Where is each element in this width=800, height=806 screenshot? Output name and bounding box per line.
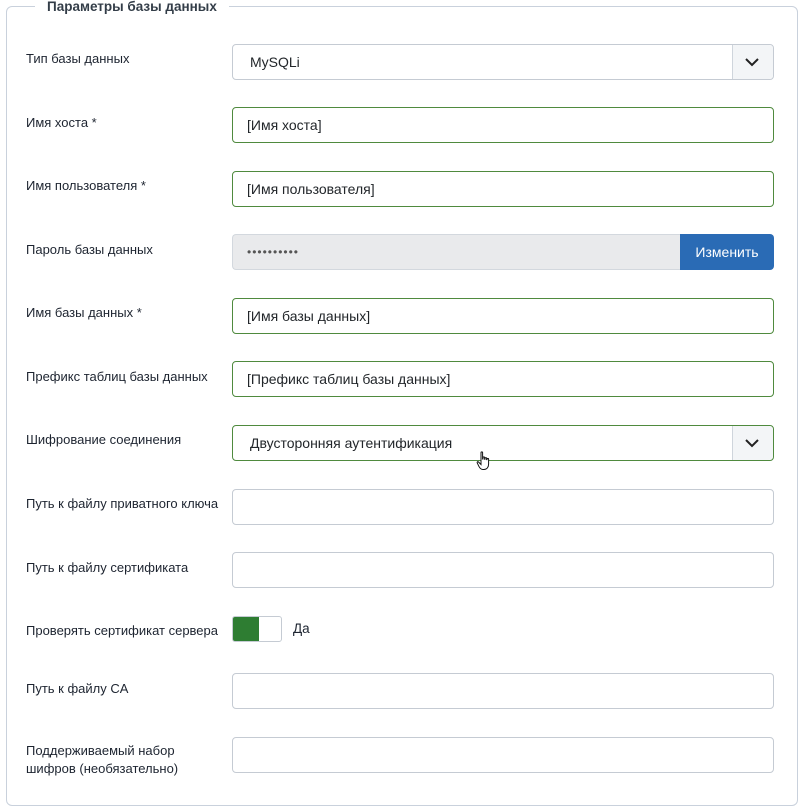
user-label: Имя пользователя * bbox=[26, 178, 146, 193]
password-input: •••••••••• bbox=[232, 234, 680, 270]
key-path-input[interactable] bbox=[232, 489, 774, 525]
verify-cert-label: Проверять сертификат сервера bbox=[26, 623, 218, 638]
encryption-label: Шифрование соединения bbox=[26, 432, 182, 447]
db-name-label: Имя базы данных * bbox=[26, 305, 142, 320]
chevron-down-icon bbox=[745, 58, 759, 67]
password-masked-value: •••••••••• bbox=[247, 245, 300, 259]
cipher-label: Поддерживаемый набор шифров (необязатель… bbox=[26, 742, 178, 778]
db-name-value: [Имя базы данных] bbox=[247, 308, 371, 324]
encryption-value: Двусторонняя аутентификация bbox=[250, 435, 453, 451]
encryption-dropdown-toggle[interactable] bbox=[732, 426, 773, 460]
fieldset-legend: Параметры базы данных bbox=[35, 0, 229, 14]
db-type-select[interactable]: MySQLi bbox=[232, 44, 774, 80]
user-input[interactable]: [Имя пользователя] bbox=[232, 171, 774, 207]
hand-cursor-icon bbox=[476, 451, 490, 470]
toggle-knob bbox=[233, 617, 259, 641]
prefix-input[interactable]: [Префикс таблиц базы данных] bbox=[232, 361, 774, 397]
change-password-button[interactable]: Изменить bbox=[680, 234, 774, 270]
ca-path-label: Путь к файлу CA bbox=[26, 681, 129, 696]
prefix-value: [Префикс таблиц базы данных] bbox=[247, 371, 451, 387]
ca-path-input[interactable] bbox=[232, 673, 774, 709]
host-input[interactable]: [Имя хоста] bbox=[232, 107, 774, 143]
cert-path-label: Путь к файлу сертификата bbox=[26, 560, 189, 575]
verify-cert-toggle[interactable] bbox=[232, 616, 282, 642]
user-value: [Имя пользователя] bbox=[247, 181, 375, 197]
encryption-select[interactable]: Двусторонняя аутентификация bbox=[232, 425, 774, 461]
chevron-down-icon bbox=[745, 439, 759, 448]
password-group: •••••••••• Изменить bbox=[232, 234, 774, 270]
cipher-label-line2: шифров (необязательно) bbox=[26, 761, 179, 776]
host-label: Имя хоста * bbox=[26, 115, 97, 130]
db-name-input[interactable]: [Имя базы данных] bbox=[232, 298, 774, 334]
db-type-label: Тип базы данных bbox=[26, 51, 130, 66]
prefix-label: Префикс таблиц базы данных bbox=[26, 369, 208, 384]
verify-cert-state: Да bbox=[293, 621, 310, 636]
db-type-value: MySQLi bbox=[250, 54, 300, 70]
cipher-input[interactable] bbox=[232, 737, 774, 773]
cipher-label-line1: Поддерживаемый набор bbox=[26, 743, 175, 758]
cert-path-input[interactable] bbox=[232, 552, 774, 588]
db-type-dropdown-toggle[interactable] bbox=[732, 45, 773, 79]
key-path-label: Путь к файлу приватного ключа bbox=[26, 496, 219, 511]
password-label: Пароль базы данных bbox=[26, 242, 153, 257]
host-value: [Имя хоста] bbox=[247, 117, 322, 133]
